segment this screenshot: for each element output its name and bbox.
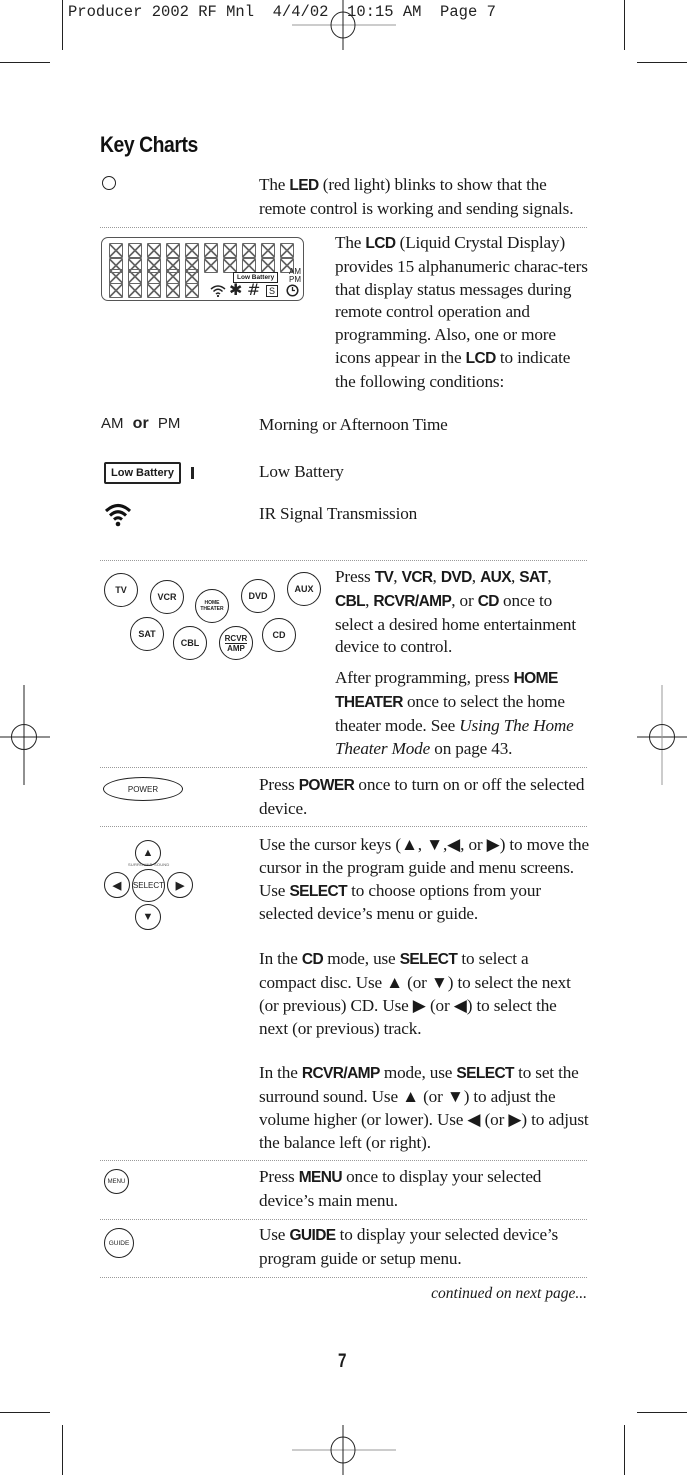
divider — [100, 1219, 587, 1220]
cursor-paragraph-1: Use the cursor keys (▲, ▼,◀, or ▶) to mo… — [259, 835, 589, 924]
up-arrow-icon: ▲ — [142, 847, 154, 859]
lcd-s-indicator: S — [266, 285, 279, 297]
lcd-segment-char — [109, 243, 123, 258]
divider — [100, 560, 587, 561]
lcd-segment-char — [109, 283, 123, 298]
cursor-left-button[interactable]: ◀ — [104, 872, 130, 898]
registration-mark-bottom — [292, 1425, 396, 1475]
tv-button[interactable]: TV — [104, 573, 138, 607]
crop-mark — [624, 0, 625, 50]
lcd-segment-char — [147, 243, 161, 258]
lcd-segment-char — [223, 243, 237, 258]
cursor-paragraph-3: In the RCVR/AMP mode, use SELECT to set … — [259, 1063, 589, 1152]
am-pm-icon: AM or PM — [101, 415, 180, 433]
ampm-description: Morning or Afternoon Time — [259, 415, 448, 434]
power-button[interactable]: POWER — [103, 777, 183, 801]
vcr-button[interactable]: VCR — [150, 580, 184, 614]
print-slug: Producer 2002 RF Mnl 4/4/02 10:15 AM Pag… — [68, 3, 496, 21]
am-label: AM — [101, 415, 124, 432]
lcd-segment-char — [128, 269, 142, 284]
lcd-ir-signal-icon — [210, 285, 226, 297]
pm-label: PM — [157, 415, 181, 432]
low-battery-description: Low Battery — [259, 462, 344, 481]
lcd-asterisk-icon: ✱ — [229, 280, 243, 299]
divider — [100, 1277, 587, 1278]
lcd-segment-char — [185, 243, 199, 258]
or-label: or — [132, 415, 149, 432]
lcd-segment-char — [242, 258, 256, 273]
page-title: Key Charts — [100, 132, 198, 157]
home-theater-button[interactable]: HOME THEATER — [195, 589, 229, 623]
divider — [100, 1160, 587, 1161]
registration-mark-right — [637, 685, 687, 785]
lcd-description: The LCD (Liquid Crystal Display) provide… — [335, 233, 588, 391]
cursor-description: Use the cursor keys (▲, ▼,◀, or ▶) to mo… — [259, 834, 589, 1155]
crop-mark — [637, 62, 687, 63]
lcd-segment-char — [280, 243, 294, 258]
cbl-button[interactable]: CBL — [173, 626, 207, 660]
lcd-segment-char — [166, 283, 180, 298]
lcd-segment-char — [185, 269, 199, 284]
lcd-pm-indicator: PM — [289, 275, 301, 284]
ir-description: IR Signal Transmission — [259, 504, 418, 523]
menu-description: Press MENU once to display your selected… — [259, 1167, 542, 1210]
menu-button[interactable]: MENU — [104, 1169, 129, 1194]
lcd-segment-char — [204, 258, 218, 273]
registration-mark-left — [0, 685, 50, 785]
devices-paragraph-2: After programming, press HOME THEATER on… — [335, 668, 574, 758]
sat-button[interactable]: SAT — [130, 617, 164, 651]
lcd-segment-char — [128, 243, 142, 258]
guide-description: Use GUIDE to display your selected devic… — [259, 1225, 559, 1268]
cursor-paragraph-2: In the CD mode, use SELECT to select a c… — [259, 949, 571, 1038]
crop-mark — [0, 1412, 50, 1413]
battery-terminal — [191, 467, 194, 479]
right-arrow-icon: ▶ — [175, 879, 185, 892]
lcd-segment-char — [223, 258, 237, 273]
guide-button[interactable]: GUIDE — [104, 1228, 134, 1258]
lcd-segment-char — [261, 258, 275, 273]
lcd-segment-char — [261, 243, 275, 258]
down-arrow-icon: ▼ — [142, 911, 154, 923]
page-number: 7 — [338, 1351, 347, 1372]
devices-description: Press TV, VCR, DVD, AUX, SAT, CBL, RCVR/… — [335, 566, 589, 760]
lcd-segment-char — [147, 283, 161, 298]
registration-mark-top — [292, 0, 396, 50]
power-description: Press POWER once to turn on or off the s… — [259, 775, 585, 818]
lcd-segment-char — [185, 283, 199, 298]
lcd-segment-char — [204, 243, 218, 258]
lcd-display-icon: Low Battery AM PM ✱ # S — [101, 237, 304, 301]
crop-mark — [0, 62, 50, 63]
crop-mark — [62, 1425, 63, 1475]
divider — [100, 767, 587, 768]
surround-sound-label: SURROUND SOUND — [128, 862, 170, 867]
low-battery-icon: Low Battery — [104, 462, 181, 484]
crop-mark — [624, 1425, 625, 1475]
aux-button[interactable]: AUX — [287, 572, 321, 606]
led-indicator-icon — [102, 176, 116, 190]
crop-mark — [62, 0, 63, 50]
lcd-clock-icon — [286, 284, 299, 297]
lcd-segment-char — [147, 269, 161, 284]
divider — [100, 826, 587, 827]
select-button[interactable]: SELECT — [132, 869, 165, 902]
cd-button[interactable]: CD — [262, 618, 296, 652]
continued-note: continued on next page... — [431, 1285, 587, 1302]
dvd-button[interactable]: DVD — [241, 579, 275, 613]
lcd-segment-char — [109, 269, 123, 284]
lcd-hash-icon: # — [247, 280, 261, 299]
divider — [100, 227, 587, 228]
ir-signal-icon — [104, 504, 132, 527]
lcd-segment-char — [128, 283, 142, 298]
lcd-segment-char — [242, 243, 256, 258]
rcvr-amp-button[interactable]: RCVR AMP — [219, 626, 253, 660]
devices-paragraph-1: Press TV, VCR, DVD, AUX, SAT, CBL, RCVR/… — [335, 567, 576, 657]
lcd-segment-char — [166, 269, 180, 284]
lcd-segment-char — [166, 243, 180, 258]
cursor-down-button[interactable]: ▼ — [135, 904, 161, 930]
cursor-right-button[interactable]: ▶ — [167, 872, 193, 898]
crop-mark — [637, 1412, 687, 1413]
led-description: The LED (red light) blinks to show that … — [259, 175, 574, 218]
left-arrow-icon: ◀ — [112, 879, 122, 892]
